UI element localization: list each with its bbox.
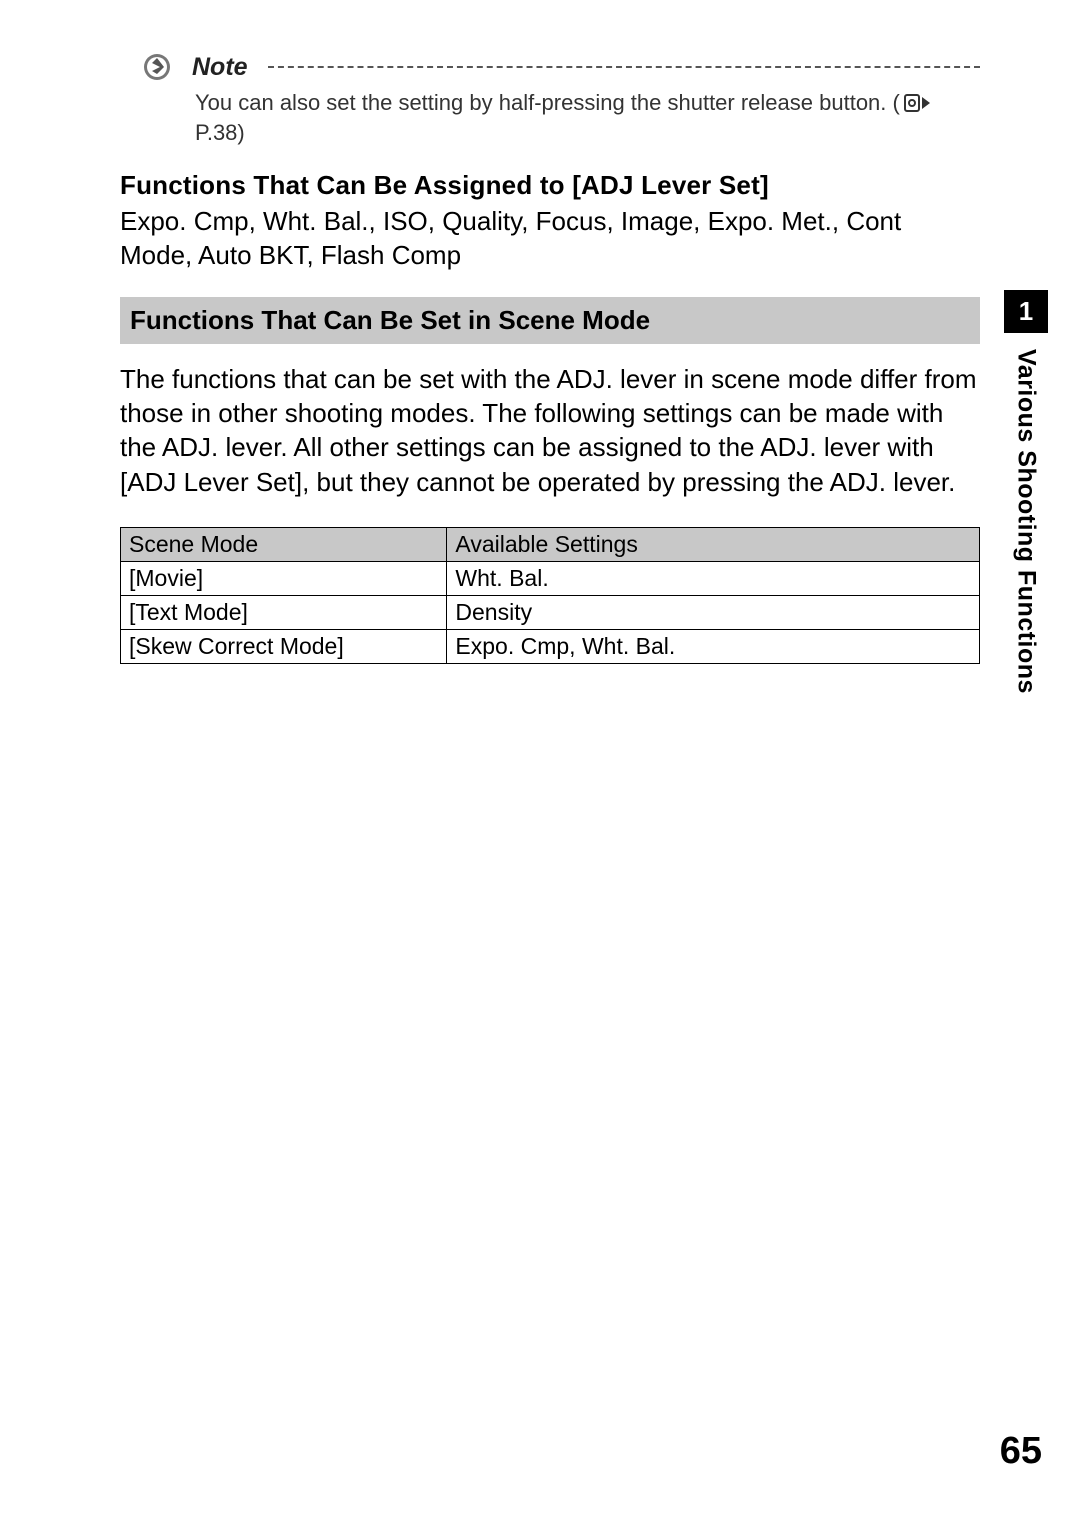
note-text: You can also set the setting by half-pre… (195, 90, 980, 146)
table-cell-mode: [Skew Correct Mode] (121, 629, 447, 663)
table-cell-settings: Expo. Cmp, Wht. Bal. (447, 629, 980, 663)
table-header-settings: Available Settings (447, 527, 980, 561)
table-cell-mode: [Movie] (121, 561, 447, 595)
table-row: [Text Mode] Density (121, 595, 980, 629)
note-separator (268, 66, 980, 68)
table-cell-mode: [Text Mode] (121, 595, 447, 629)
note-text-body: You can also set the setting by half-pre… (195, 90, 900, 116)
manual-page: Note You can also set the setting by hal… (0, 0, 1080, 1521)
assign-body: Expo. Cmp, Wht. Bal., ISO, Quality, Focu… (120, 205, 980, 273)
section-heading: Functions That Can Be Set in Scene Mode (120, 297, 980, 344)
side-tab: 1 Various Shooting Functions (1004, 290, 1048, 694)
note-bullet-icon (140, 50, 174, 84)
table-cell-settings: Density (447, 595, 980, 629)
table-header-mode: Scene Mode (121, 527, 447, 561)
page-reference-icon (904, 93, 930, 113)
table-row: [Movie] Wht. Bal. (121, 561, 980, 595)
page-number: 65 (1000, 1430, 1042, 1473)
note-row: Note (140, 50, 980, 84)
table-cell-settings: Wht. Bal. (447, 561, 980, 595)
scene-mode-table: Scene Mode Available Settings [Movie] Wh… (120, 527, 980, 664)
table-row: [Skew Correct Mode] Expo. Cmp, Wht. Bal. (121, 629, 980, 663)
assign-heading: Functions That Can Be Assigned to [ADJ L… (120, 170, 980, 201)
side-tab-label: Various Shooting Functions (1012, 349, 1041, 694)
note-page-reference: P.38) (195, 120, 245, 146)
section-body: The functions that can be set with the A… (120, 362, 980, 499)
side-tab-number: 1 (1004, 290, 1048, 333)
note-label: Note (192, 53, 248, 82)
